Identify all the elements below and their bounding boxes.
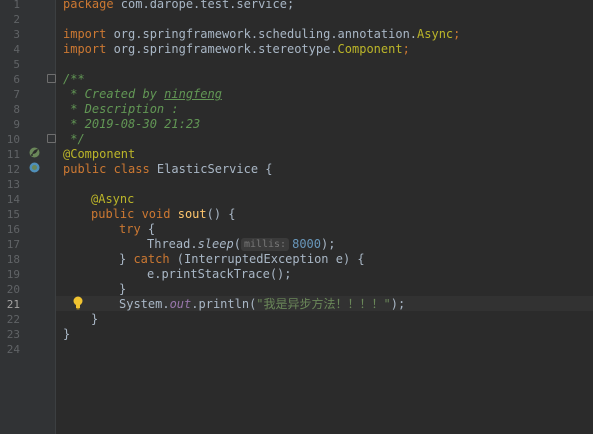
code-text: (	[233, 237, 241, 251]
line-number: 18	[6, 253, 20, 266]
fold-marker[interactable]	[47, 74, 56, 83]
code-text: com.darope.test.service;	[113, 0, 295, 11]
code-line[interactable]: @Async	[91, 192, 134, 207]
line-number: 12	[6, 163, 20, 176]
code-line[interactable]: }	[91, 312, 98, 327]
line-number: 7	[13, 88, 20, 101]
comment-author: ningfeng	[164, 87, 222, 101]
code-line[interactable]: * Description :	[63, 102, 178, 117]
code-text: org.springframework.scheduling.annotatio…	[106, 27, 418, 41]
gutter-separator	[55, 0, 56, 434]
code-line[interactable]: import org.springframework.stereotype.Co…	[63, 42, 410, 57]
punctuation: ;	[402, 42, 410, 56]
code-text: );	[390, 297, 406, 311]
static-method: sleep	[197, 237, 234, 251]
line-number: 22	[6, 313, 20, 326]
number-literal: 8000	[292, 237, 321, 251]
line-number: 1	[13, 0, 20, 11]
keyword: catch	[133, 252, 170, 266]
code-text: System.	[119, 297, 170, 311]
code-line[interactable]: Thread.sleep(millis: 8000);	[147, 237, 335, 252]
code-text: () {	[206, 207, 236, 221]
code-line[interactable]: public class ElasticService {	[63, 162, 273, 177]
code-line[interactable]: }	[63, 327, 70, 342]
code-line[interactable]: public void sout() {	[91, 207, 236, 222]
keyword: try	[119, 222, 141, 236]
line-number: 23	[6, 328, 20, 341]
string-literal: "我是异步方法！！！！"	[256, 297, 391, 311]
bean-class-icon[interactable]	[29, 162, 40, 173]
line-number: 3	[13, 28, 20, 41]
line-number: 2	[13, 13, 20, 26]
code-line[interactable]: }	[119, 282, 126, 297]
code-line[interactable]: /**	[63, 72, 85, 87]
line-number: 10	[6, 133, 20, 146]
keyword: public void	[91, 207, 171, 221]
line-number: 9	[13, 118, 20, 131]
line-number: 8	[13, 103, 20, 116]
code-text: {	[140, 222, 156, 236]
spring-bean-icon[interactable]	[29, 147, 40, 158]
keyword: import	[63, 42, 107, 56]
comment: * Created by	[63, 87, 165, 101]
code-line[interactable]: * Created by ningfeng	[63, 87, 222, 102]
code-line[interactable]: package com.darope.test.service;	[63, 0, 294, 12]
code-line[interactable]: @Component	[63, 147, 135, 162]
line-number: 14	[6, 193, 20, 206]
line-number-current: 21	[6, 298, 20, 311]
keyword: package	[63, 0, 114, 11]
line-number: 13	[6, 178, 20, 191]
code-line[interactable]: } catch (InterruptedException e) {	[119, 252, 365, 267]
code-text: (InterruptedException e) {	[169, 252, 365, 266]
line-number: 6	[13, 73, 20, 86]
line-number: 19	[6, 268, 20, 281]
code-line[interactable]: import org.springframework.scheduling.an…	[63, 27, 460, 42]
class-name: Component	[337, 42, 403, 56]
line-number: 24	[6, 343, 20, 356]
static-field: out	[169, 297, 192, 311]
code-text: Thread.	[147, 237, 198, 251]
line-number: 16	[6, 223, 20, 236]
code-line[interactable]: try {	[119, 222, 155, 237]
line-number: 20	[6, 283, 20, 296]
code-line[interactable]: e.printStackTrace();	[147, 267, 292, 282]
parameter-hint: millis:	[240, 238, 290, 251]
line-number: 17	[6, 238, 20, 251]
fold-marker[interactable]	[47, 134, 56, 143]
code-text: ElasticService {	[149, 162, 273, 176]
code-text: );	[321, 237, 336, 251]
line-number: 11	[6, 148, 20, 161]
method-name: sout	[177, 207, 207, 221]
code-line[interactable]: * 2019-08-30 21:23	[63, 117, 200, 132]
code-text: }	[119, 252, 134, 266]
punctuation: ;	[453, 27, 461, 41]
lightbulb-icon[interactable]	[72, 296, 84, 310]
code-line-current[interactable]: System.out.println("我是异步方法！！！！");	[119, 297, 405, 312]
line-number: 4	[13, 43, 20, 56]
code-text: org.springframework.stereotype.	[106, 42, 338, 56]
class-name: Async	[417, 27, 454, 41]
code-text: .println(	[191, 297, 257, 311]
keyword: public class	[63, 162, 150, 176]
line-number: 15	[6, 208, 20, 221]
keyword: import	[63, 27, 107, 41]
line-number: 5	[13, 58, 20, 71]
code-line[interactable]: */	[63, 132, 84, 147]
